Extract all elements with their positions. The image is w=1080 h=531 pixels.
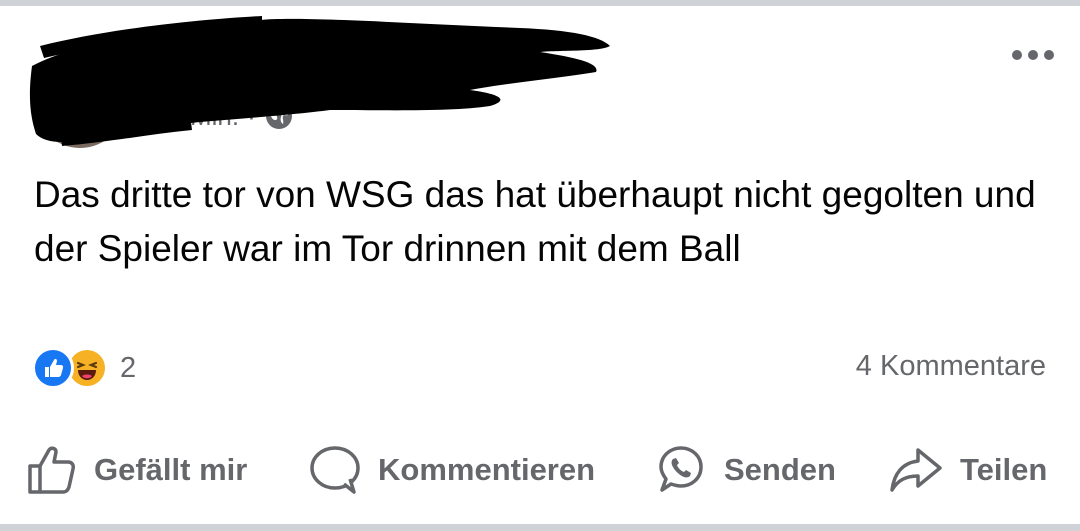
- like-label: Gefällt mir: [94, 452, 248, 487]
- comment-button[interactable]: Kommentieren: [308, 438, 595, 502]
- more-dot: [1012, 50, 1022, 60]
- like-icon: [32, 347, 74, 389]
- share-label: Teilen: [960, 452, 1048, 487]
- comment-bubble-icon: [308, 444, 362, 496]
- more-options-button[interactable]: [1012, 50, 1054, 60]
- send-button[interactable]: Senden: [654, 438, 836, 502]
- send-label: Senden: [724, 452, 836, 487]
- whatsapp-icon: [654, 444, 708, 496]
- redaction-scribble: [29, 16, 611, 146]
- more-dot: [1028, 50, 1038, 60]
- post-actions-bar: Gefällt mir Kommentieren Senden Teilen: [0, 438, 1080, 502]
- share-arrow-icon: [888, 444, 944, 496]
- comment-label: Kommentieren: [378, 452, 596, 487]
- reaction-count: 2: [120, 351, 137, 384]
- share-button[interactable]: Teilen: [888, 438, 1047, 502]
- more-dot: [1044, 50, 1054, 60]
- post-header: Min. ·: [0, 6, 1080, 156]
- comments-count-link[interactable]: 4 Kommentare: [856, 350, 1046, 383]
- thumbs-up-icon: [26, 444, 78, 496]
- like-button[interactable]: Gefällt mir: [26, 438, 247, 502]
- bottom-divider: [0, 524, 1080, 531]
- post-text: Das dritte tor von WSG das hat überhaupt…: [34, 174, 1046, 269]
- reactions-summary[interactable]: 2: [32, 346, 136, 390]
